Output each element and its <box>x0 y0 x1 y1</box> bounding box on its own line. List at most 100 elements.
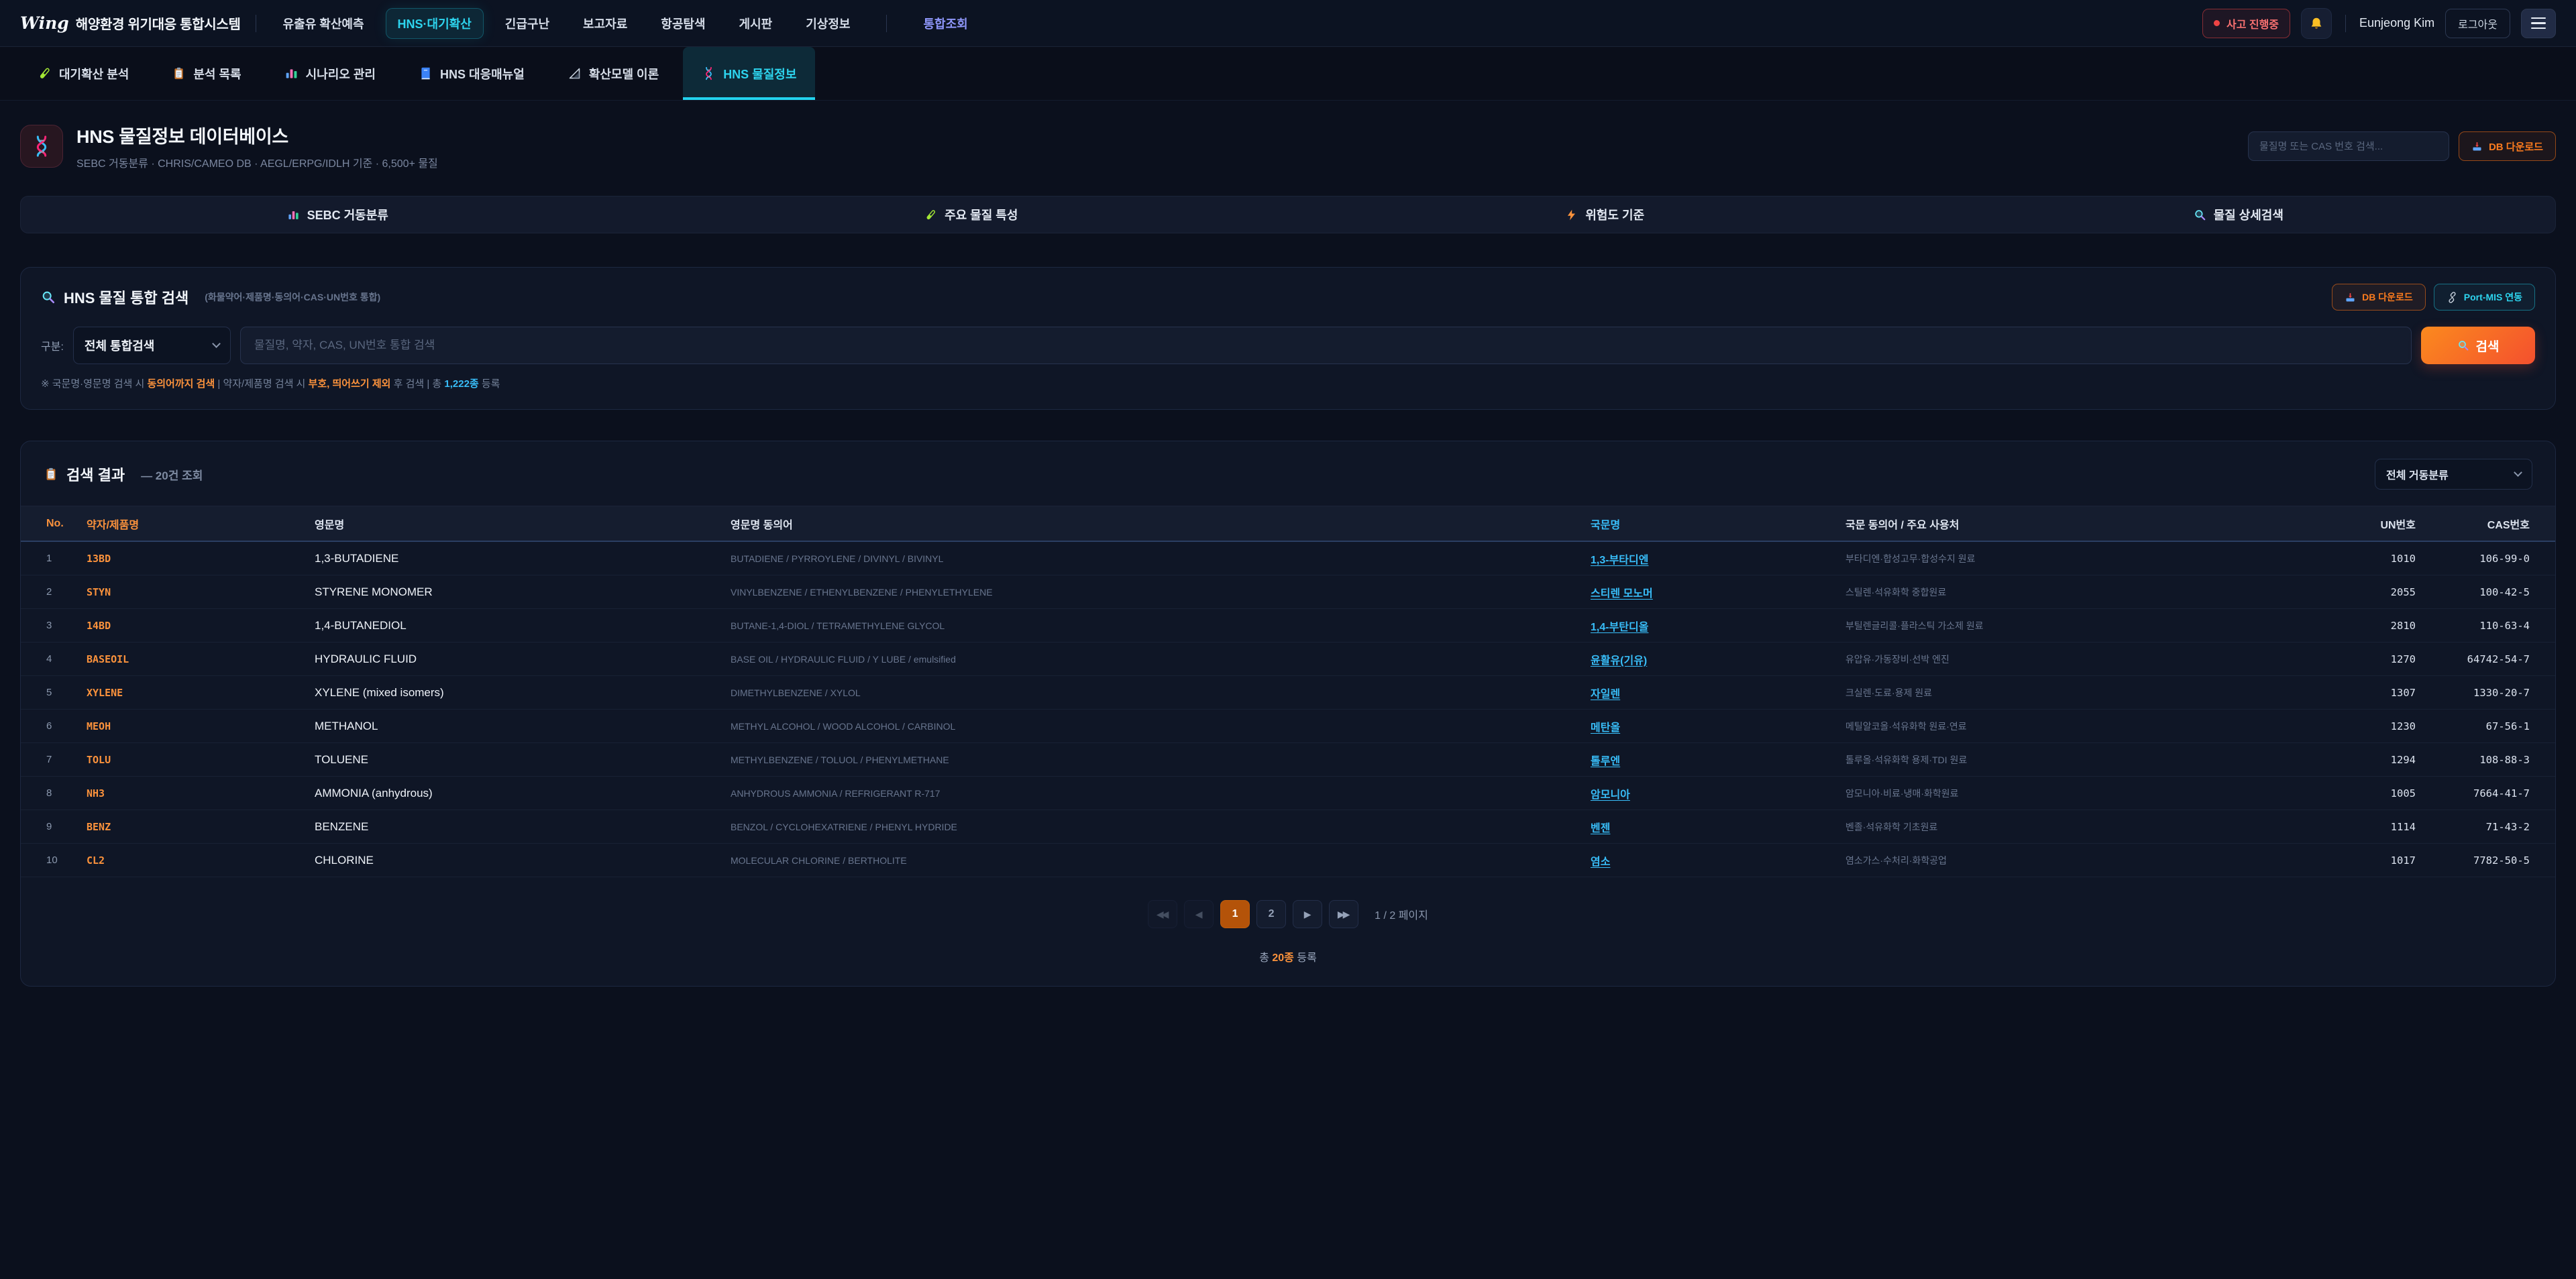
table-row[interactable]: 113BD1,3-BUTADIENEBUTADIENE / PYRROYLENE… <box>21 542 2555 575</box>
table-row[interactable]: 7TOLUTOLUENEMETHYLBENZENE / TOLUOL / PHE… <box>21 743 2555 777</box>
db-download-button[interactable]: DB 다운로드 <box>2459 131 2556 161</box>
table-row[interactable]: 10CL2CHLORINEMOLECULAR CHLORINE / BERTHO… <box>21 844 2555 877</box>
subnav-tab-2[interactable]: 시나리오 관리 <box>266 47 394 100</box>
page-button-1[interactable]: 1 <box>1220 900 1250 928</box>
table-row[interactable]: 4BASEOILHYDRAULIC FLUIDBASE OIL / HYDRAU… <box>21 643 2555 676</box>
search-panel-actions: DB 다운로드 Port-MIS 연동 <box>2332 284 2535 311</box>
substance-kr-link[interactable]: 자일렌 <box>1591 685 1845 701</box>
cell-cas: 7782-50-5 <box>2416 854 2530 867</box>
incident-badge-label: 사고 진행중 <box>2226 15 2279 32</box>
subnav-tab-0[interactable]: 대기확산 분석 <box>19 47 148 100</box>
hint-highlight: 1,222종 <box>444 378 478 390</box>
cell-en_syn: DIMETHYLBENZENE / XYLOL <box>731 687 1591 698</box>
menu-button[interactable] <box>2521 9 2556 38</box>
cell-kr_syn: 메틸알코올·석유화학 원료·연료 <box>1845 720 2315 733</box>
subnav-tab-label: 확산모델 이론 <box>589 65 659 82</box>
logout-button[interactable]: 로그아웃 <box>2445 9 2510 38</box>
feature-tab-2[interactable]: 위험도 기준 <box>1288 197 1922 233</box>
clipboard-icon <box>172 66 186 80</box>
prev-page-button[interactable]: ◀ <box>1184 900 1214 928</box>
nav-item-0[interactable]: 유출유 확산예측 <box>271 8 376 39</box>
cell-abbr: TOLU <box>87 754 315 766</box>
table-row[interactable]: 2STYNSTYRENE MONOMERVINYLBENZENE / ETHEN… <box>21 575 2555 609</box>
feature-tab-label: SEBC 거동분류 <box>307 206 388 223</box>
feature-tab-1[interactable]: 주요 물질 특성 <box>655 197 1289 233</box>
cell-no: 5 <box>46 687 87 698</box>
substance-kr-link[interactable]: 암모니아 <box>1591 785 1845 801</box>
nav-item-1[interactable]: HNS·대기확산 <box>386 8 484 39</box>
table-row[interactable]: 5XYLENEXYLENE (mixed isomers)DIMETHYLBEN… <box>21 676 2555 710</box>
nav-item-4[interactable]: 항공탐색 <box>649 8 717 39</box>
page-title: HNS 물질정보 데이터베이스 <box>76 122 438 148</box>
cell-kr_syn: 크실렌·도료·용제 원료 <box>1845 686 2315 700</box>
subnav-tab-3[interactable]: HNS 대응매뉴얼 <box>400 47 543 100</box>
cell-no: 6 <box>46 720 87 732</box>
pagination: ◀◀◀12▶▶▶1 / 2 페이지 <box>21 900 2555 928</box>
subnav-tab-1[interactable]: 분석 목록 <box>153 47 260 100</box>
first-page-button[interactable]: ◀◀ <box>1148 900 1177 928</box>
substance-kr-link[interactable]: 스티렌 모노머 <box>1591 584 1845 600</box>
quick-search-input[interactable] <box>2248 131 2449 161</box>
results-table-header: No.약자/제품명영문명영문명 동의어국문명국문 동의어 / 주요 사용처UN번… <box>21 506 2555 542</box>
cell-abbr: MEOH <box>87 720 315 732</box>
subnav-tab-4[interactable]: 확산모델 이론 <box>549 47 678 100</box>
cell-no: 8 <box>46 787 87 799</box>
nav-item-3[interactable]: 보고자료 <box>571 8 639 39</box>
cell-en: STYRENE MONOMER <box>315 586 731 599</box>
table-row[interactable]: 6MEOHMETHANOLMETHYL ALCOHOL / WOOD ALCOH… <box>21 710 2555 743</box>
cell-kr_syn: 암모니아·비료·냉매·화학원료 <box>1845 787 2315 800</box>
cell-en_syn: MOLECULAR CHLORINE / BERTHOLITE <box>731 855 1591 866</box>
feature-tab-label: 위험도 기준 <box>1585 206 1644 223</box>
cell-en: XYLENE (mixed isomers) <box>315 686 731 700</box>
search-category-select[interactable]: 전체 통합검색 <box>73 327 231 364</box>
column-header-4: 국문명 <box>1591 516 1845 532</box>
clipboard-icon <box>44 467 58 482</box>
cell-no: 3 <box>46 620 87 631</box>
page-button-2[interactable]: 2 <box>1256 900 1286 928</box>
nav-item-5[interactable]: 게시판 <box>727 8 785 39</box>
table-row[interactable]: 9BENZBENZENEBENZOL / CYCLOHEXATRIENE / P… <box>21 810 2555 844</box>
column-header-0: No. <box>46 518 87 530</box>
search-controls: 구분: 전체 통합검색 검색 <box>41 327 2535 364</box>
dna-icon <box>30 135 53 158</box>
db-download-button[interactable]: DB 다운로드 <box>2332 284 2426 311</box>
substance-kr-link[interactable]: 톨루엔 <box>1591 752 1845 768</box>
substance-kr-link[interactable]: 1,3-부타디엔 <box>1591 551 1845 567</box>
table-row[interactable]: 8NH3AMMONIA (anhydrous)ANHYDROUS AMMONIA… <box>21 777 2555 810</box>
behavior-filter-select[interactable]: 전체 거동분류 <box>2375 459 2532 490</box>
column-header-1: 약자/제품명 <box>87 516 315 532</box>
magnifier-icon <box>2457 339 2469 351</box>
feature-tab-0[interactable]: SEBC 거동분류 <box>21 197 655 233</box>
subnav-tab-label: 시나리오 관리 <box>306 65 376 82</box>
db-download-label: DB 다운로드 <box>2489 140 2543 154</box>
substance-kr-link[interactable]: 메탄올 <box>1591 718 1845 734</box>
cell-en: METHANOL <box>315 720 731 733</box>
cell-en: 1,3-BUTADIENE <box>315 552 731 565</box>
incident-status-badge[interactable]: 사고 진행중 <box>2202 9 2290 38</box>
nav-item-7[interactable]: 통합조회 <box>911 8 979 39</box>
table-row[interactable]: 314BD1,4-BUTANEDIOLBUTANE-1,4-DIOL / TET… <box>21 609 2555 643</box>
substance-kr-link[interactable]: 염소 <box>1591 852 1845 869</box>
cell-abbr: STYN <box>87 586 315 598</box>
cell-un: 2810 <box>2315 620 2416 632</box>
total-count-line: 총 20종 등록 <box>21 948 2555 964</box>
nav-item-6[interactable]: 기상정보 <box>794 8 862 39</box>
portmis-link-button[interactable]: Port-MIS 연동 <box>2434 284 2535 311</box>
substance-kr-link[interactable]: 1,4-부탄디올 <box>1591 618 1845 634</box>
subnav-tab-5[interactable]: HNS 물질정보 <box>683 47 815 100</box>
substance-kr-link[interactable]: 윤활유(기유) <box>1591 651 1845 667</box>
next-page-button[interactable]: ▶ <box>1293 900 1322 928</box>
search-button[interactable]: 검색 <box>2421 327 2535 364</box>
page-header-text: HNS 물질정보 데이터베이스 SEBC 거동분류 · CHRIS/CAMEO … <box>76 122 438 170</box>
cell-un: 1005 <box>2315 787 2416 799</box>
cell-no: 2 <box>46 586 87 598</box>
feature-tab-3[interactable]: 물질 상세검색 <box>1922 197 2556 233</box>
nav-item-2[interactable]: 긴급구난 <box>493 8 561 39</box>
subnav-tab-label: 대기확산 분석 <box>59 65 129 82</box>
cell-abbr: BASEOIL <box>87 653 315 665</box>
last-page-button[interactable]: ▶▶ <box>1329 900 1358 928</box>
substance-kr-link[interactable]: 벤젠 <box>1591 819 1845 835</box>
brand-wordmark: Wing <box>20 13 69 33</box>
notifications-button[interactable] <box>2301 8 2332 39</box>
unified-search-input[interactable] <box>240 327 2412 364</box>
